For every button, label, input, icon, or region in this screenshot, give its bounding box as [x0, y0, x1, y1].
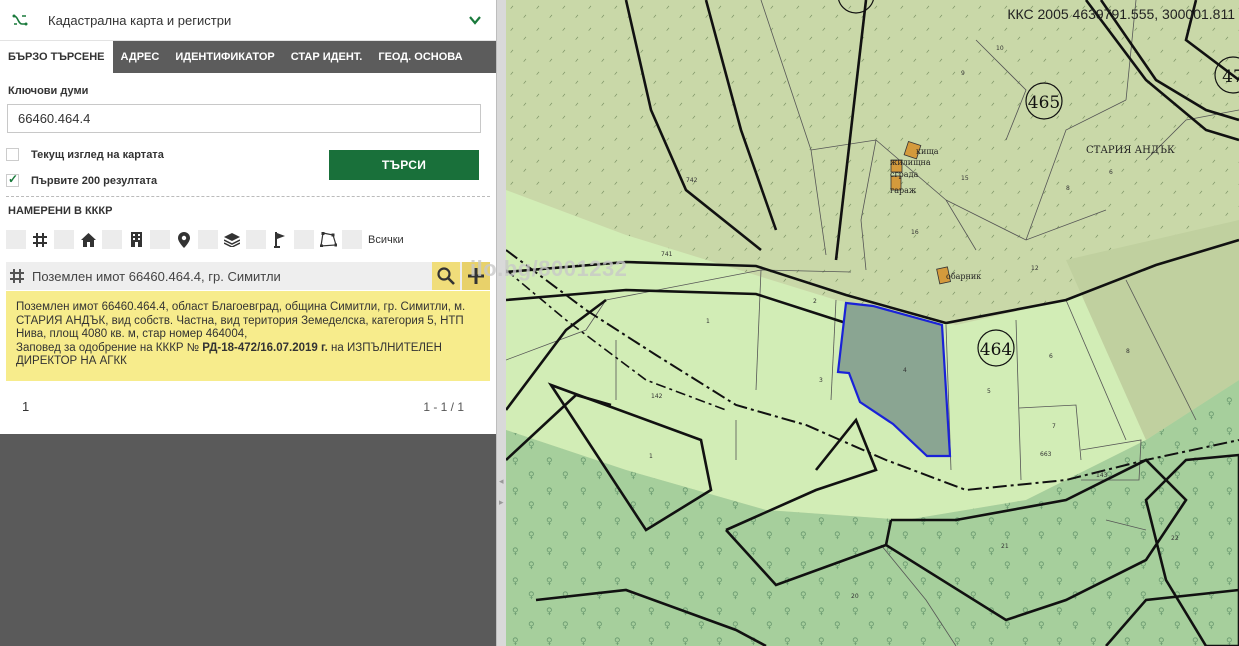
svg-text:741: 741 — [661, 251, 673, 258]
filter-flag-checkbox[interactable] — [246, 230, 266, 249]
results-range: 1 - 1 / 1 — [423, 400, 464, 414]
collapse-left-icon[interactable]: ◂ — [499, 476, 504, 487]
tab-old-identifier[interactable]: СТАР ИДЕНТ. — [283, 41, 371, 73]
current-view-checkbox[interactable] — [6, 148, 19, 161]
coordinates-readout: ККС 2005 4639791.555, 300001.811 — [1007, 6, 1235, 22]
tab-quick-search[interactable]: БЪРЗО ТЪРСЕНЕ — [0, 41, 113, 73]
block-464-label: 464 — [980, 340, 1012, 360]
tab-geodetic-base[interactable]: ГЕОД. ОСНОВА — [370, 41, 470, 73]
first-200-label: Първите 200 резултата — [31, 174, 158, 187]
search-panel: Кадастрална карта и регистри БЪРЗО ТЪРСЕ… — [0, 0, 496, 434]
building-icon[interactable] — [126, 230, 146, 249]
panel-header: Кадастрална карта и регистри — [0, 0, 496, 41]
svg-text:7: 7 — [1052, 423, 1056, 430]
filter-building-checkbox[interactable] — [102, 230, 122, 249]
chevron-down-icon[interactable] — [468, 13, 482, 27]
svg-text:сграда: сграда — [890, 170, 918, 179]
svg-text:9: 9 — [961, 70, 965, 77]
svg-text:1: 1 — [649, 453, 653, 460]
panel-title: Кадастрална карта и регистри — [48, 12, 232, 28]
tab-identifier[interactable]: ИДЕНТИФИКАТОР — [167, 41, 282, 73]
svg-text:15: 15 — [961, 175, 969, 182]
svg-text:8: 8 — [1126, 348, 1130, 355]
first-200-checkbox[interactable] — [6, 172, 19, 187]
polygon-icon[interactable] — [318, 230, 338, 249]
current-view-option[interactable]: Текущ изглед на картата — [6, 148, 164, 161]
svg-text:4: 4 — [903, 367, 907, 374]
svg-text:20: 20 — [851, 593, 859, 600]
search-button[interactable]: ТЪРСИ — [329, 150, 479, 180]
first-200-option[interactable]: Първите 200 резултата — [6, 172, 158, 187]
svg-text:обарник: обарник — [946, 272, 981, 281]
filter-polygon-checkbox[interactable] — [294, 230, 314, 249]
result-order-text: Заповед за одобрение на КККР № РД-18-472… — [16, 341, 442, 368]
filter-home-checkbox[interactable] — [54, 230, 74, 249]
keywords-label: Ключови думи — [8, 85, 89, 97]
home-icon[interactable] — [78, 230, 98, 249]
result-filters: Всички — [6, 230, 404, 249]
svg-text:2: 2 — [813, 298, 817, 305]
layers-icon[interactable] — [222, 230, 242, 249]
filter-all-checkbox[interactable] — [342, 230, 362, 249]
svg-text:143: 143 — [1096, 472, 1108, 479]
page-number[interactable]: 1 — [22, 399, 29, 414]
parcel-grid-icon[interactable] — [30, 230, 50, 249]
svg-text:21: 21 — [1001, 543, 1009, 550]
svg-text:10: 10 — [996, 45, 1004, 52]
current-view-label: Текущ изглед на картата — [31, 148, 164, 161]
zoom-to-button[interactable] — [432, 262, 460, 290]
svg-text:жилищна: жилищна — [890, 158, 931, 167]
divider — [6, 196, 490, 197]
svg-text:6: 6 — [1049, 353, 1053, 360]
parcel-grid-icon — [10, 269, 24, 283]
map-canvas[interactable]: ᐟ ᐟ ♀ ♀ — [506, 0, 1239, 646]
route-icon — [12, 14, 28, 26]
svg-text:1: 1 — [706, 318, 710, 325]
result-details-text: Поземлен имот 66460.464.4, област Благое… — [16, 301, 466, 340]
flag-icon[interactable] — [270, 230, 290, 249]
filter-all-label: Всички — [368, 233, 404, 246]
svg-text:3: 3 — [819, 377, 823, 384]
search-icon — [437, 267, 455, 285]
expand-right-icon[interactable]: ▸ — [499, 497, 504, 508]
result-item[interactable]: Поземлен имот 66460.464.4, гр. Симитли — [6, 262, 490, 290]
filter-layers-checkbox[interactable] — [198, 230, 218, 249]
filter-location-checkbox[interactable] — [150, 230, 170, 249]
block-47-label: 47 — [1222, 67, 1239, 87]
keywords-input[interactable] — [7, 104, 481, 133]
svg-text:12: 12 — [1031, 265, 1039, 272]
svg-text:663: 663 — [1040, 451, 1052, 458]
svg-text:6: 6 — [1109, 169, 1113, 176]
locality-label: СТАРИЯ АНДЪК — [1086, 145, 1175, 156]
svg-text:5: 5 — [987, 388, 991, 395]
svg-text:8: 8 — [1066, 185, 1070, 192]
cadastral-map[interactable]: ᐟ ᐟ ♀ ♀ — [506, 0, 1239, 646]
filter-parcels-checkbox[interactable] — [6, 230, 26, 249]
result-title: Поземлен имот 66460.464.4, гр. Симитли — [32, 268, 281, 284]
result-details: Поземлен имот 66460.464.4, област Благое… — [6, 291, 490, 381]
svg-text:гараж: гараж — [890, 186, 917, 195]
order-number: РД-18-472/16.07.2019 г. — [202, 341, 328, 354]
svg-text:22: 22 — [1171, 535, 1179, 542]
svg-text:кища: кища — [916, 147, 939, 156]
tab-bar: БЪРЗО ТЪРСЕНЕ АДРЕС ИДЕНТИФИКАТОР СТАР И… — [0, 41, 496, 73]
watermark-text: ilo.bg/8001232 — [470, 256, 628, 281]
found-label: НАМЕРЕНИ В КККР — [8, 205, 113, 217]
tab-address[interactable]: АДРЕС — [113, 41, 168, 73]
svg-text:742: 742 — [686, 177, 698, 184]
svg-text:142: 142 — [651, 393, 663, 400]
svg-text:16: 16 — [911, 229, 919, 236]
location-pin-icon[interactable] — [174, 230, 194, 249]
block-465-label: 465 — [1028, 93, 1060, 113]
